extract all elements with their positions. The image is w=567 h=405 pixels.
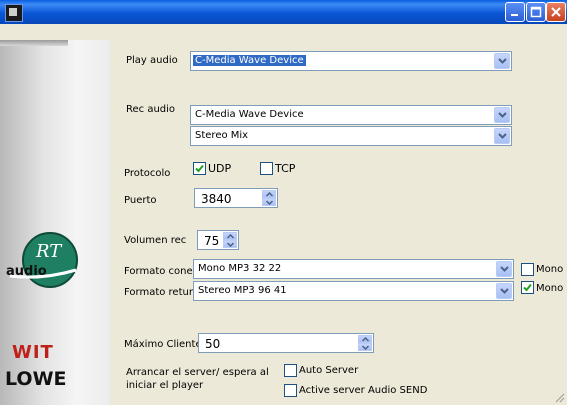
maximo-clientes-decrement-button[interactable] [358,343,372,351]
brand-lowe: LOWE [5,368,67,390]
tcp-checkbox[interactable] [260,162,273,175]
formato-return-label: Formato return [124,287,200,298]
formato-conex-dropdown-button[interactable] [496,261,512,277]
chevron-down-icon [266,200,273,205]
rec-audio-device-value: C-Media Wave Device [195,109,304,120]
sidebar-notch [0,24,110,40]
rec-audio-device-select[interactable]: C-Media Wave Device [190,105,512,125]
rec-audio-device-dropdown-button[interactable] [494,107,510,123]
tcp-label: TCP [275,162,296,175]
rt-audio-logo: RT audio [6,232,78,288]
play-audio-label: Play audio [126,55,178,66]
sidebar-branding: RT audio WIT LOWE [0,24,110,405]
maximo-clientes-value: 50 [205,337,221,351]
arrancar-label-line1: Arrancar el server/ espera al [126,367,269,378]
active-server-audio-send-checkbox[interactable] [284,384,297,397]
chevron-up-icon [227,234,234,239]
formato-return-dropdown-button[interactable] [496,283,512,299]
formato-return-select[interactable]: Stereo MP3 96 41 [193,281,514,301]
volumen-rec-arrows [223,232,237,248]
formato-return-value: Stereo MP3 96 41 [198,285,287,296]
chevron-up-icon [266,192,273,197]
active-server-audio-send-label: Active server Audio SEND [299,385,428,396]
auto-server-checkbox[interactable] [284,364,297,377]
play-audio-value: C-Media Wave Device [193,55,306,66]
chevron-down-icon [498,58,507,64]
close-button[interactable] [546,2,566,22]
maximize-button[interactable] [526,2,546,22]
main-window: RT audio WIT LOWE Play audio C-Media Wav… [0,0,567,405]
rec-audio-line-value: Stereo Mix [195,130,249,141]
logo-audio-text: audio [6,264,47,279]
chevron-down-icon [498,112,507,118]
maximo-clientes-stepper[interactable]: 50 [198,333,374,353]
logo-rt-text: RT [35,241,63,262]
chevron-down-icon [227,242,234,247]
maximo-clientes-label: Máximo Clientes [124,339,207,350]
puerto-increment-button[interactable] [262,190,276,198]
protocolo-label: Protocolo [124,168,171,179]
play-audio-select[interactable]: C-Media Wave Device [190,51,512,71]
resize-grip-icon[interactable] [553,391,565,403]
maximo-clientes-increment-button[interactable] [358,335,372,343]
puerto-arrows [262,190,276,206]
rec-audio-label: Rec audio [126,104,176,115]
chevron-down-icon [500,288,509,294]
volumen-rec-value: 75 [204,234,220,248]
volumen-rec-increment-button[interactable] [223,232,237,240]
volumen-rec-decrement-button[interactable] [223,240,237,248]
udp-checkbox[interactable] [193,162,206,175]
chevron-down-icon [362,345,369,350]
check-icon [523,283,532,292]
formato-conex-select[interactable]: Mono MP3 32 22 [193,259,514,279]
rec-audio-line-dropdown-button[interactable] [494,128,510,144]
chevron-down-icon [498,133,507,139]
udp-label: UDP [208,162,232,175]
chevron-up-icon [362,337,369,342]
puerto-decrement-button[interactable] [262,198,276,206]
arrancar-label-line2: iniciar el player [126,380,204,391]
chevron-down-icon [500,266,509,272]
formato-return-mono-label: Mono [536,283,564,294]
puerto-label: Puerto [124,195,157,206]
sidebar-stripe [0,40,68,46]
formato-return-mono-checkbox[interactable] [521,281,534,294]
maximo-clientes-arrows [358,335,372,351]
auto-server-label: Auto Server [299,365,359,376]
maximize-icon [530,6,542,18]
app-icon[interactable] [5,4,23,22]
rec-audio-line-select[interactable]: Stereo Mix [190,126,512,146]
minimize-icon [511,14,518,16]
formato-conex-label: Formato conex [124,266,199,277]
formato-conex-value: Mono MP3 32 22 [198,263,282,274]
volumen-rec-stepper[interactable]: 75 [197,230,239,250]
brand-wit: WIT [12,342,54,363]
formato-conex-mono-label: Mono [536,264,564,275]
close-icon [551,7,561,17]
check-icon [195,164,204,173]
puerto-value: 3840 [201,192,232,206]
volumen-rec-label: Volumen rec [124,235,187,246]
minimize-button[interactable] [505,2,525,22]
play-audio-dropdown-button[interactable] [494,53,510,69]
formato-conex-mono-checkbox[interactable] [521,263,534,276]
puerto-stepper[interactable]: 3840 [194,188,278,208]
title-bar[interactable] [0,0,567,24]
